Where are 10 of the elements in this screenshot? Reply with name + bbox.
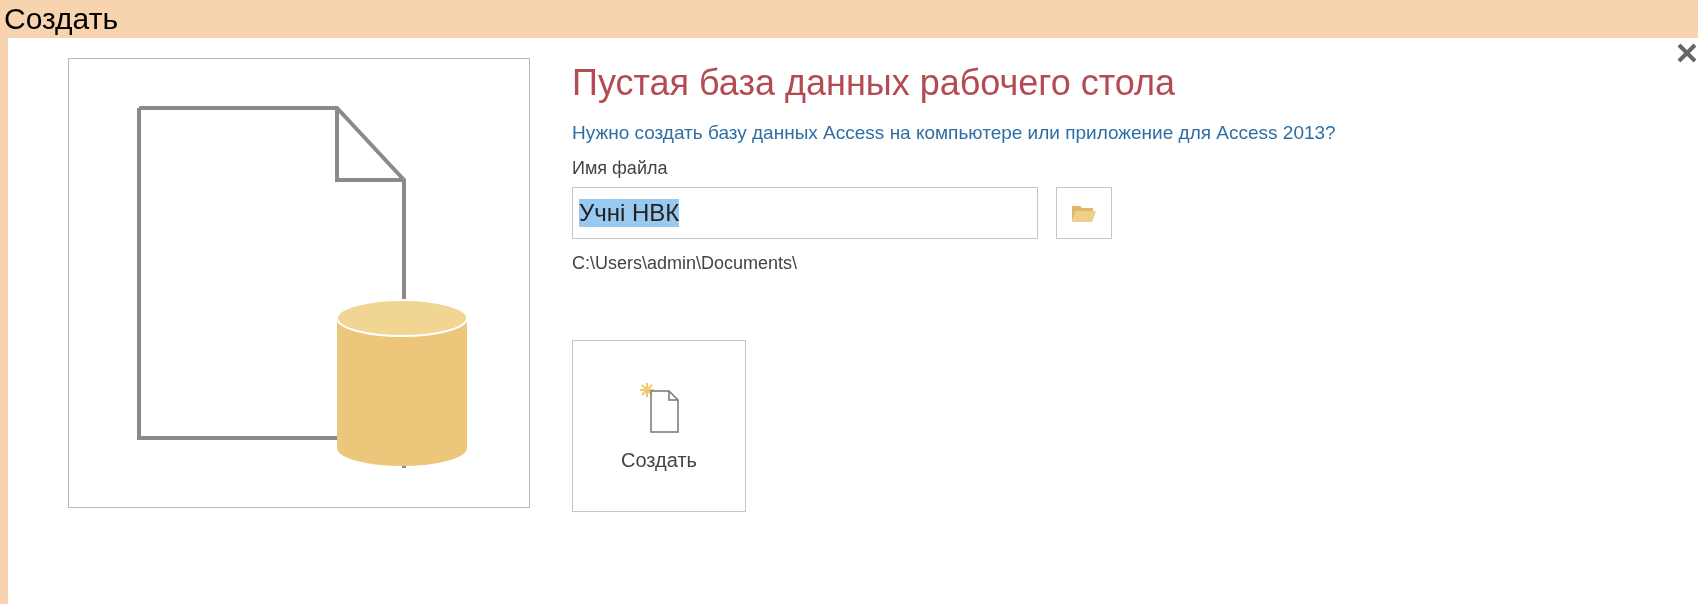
page-heading: Создать [3, 1, 119, 37]
close-button[interactable] [1676, 42, 1698, 64]
new-file-icon [638, 380, 680, 433]
file-path: C:\Users\admin\Documents\ [572, 253, 799, 274]
file-name-label: Имя файла [572, 158, 669, 179]
dialog-title: Пустая база данных рабочего стола [572, 62, 1177, 104]
create-button[interactable]: Создать [572, 340, 746, 512]
subtitle-link[interactable]: Нужно создать базу данных Access на компьютере или приложение для Access 2013? [572, 122, 1336, 144]
file-name-field[interactable]: Учні НВК [572, 187, 1038, 239]
folder-icon [1071, 203, 1097, 223]
